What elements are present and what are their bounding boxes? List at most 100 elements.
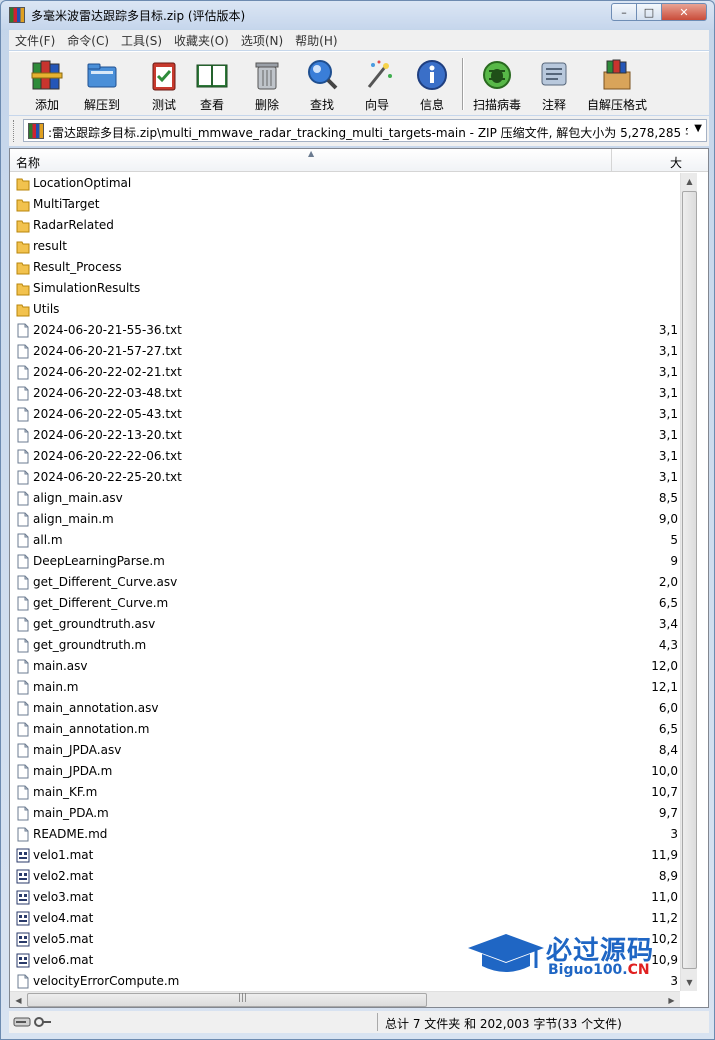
file-row[interactable]: 2024-06-20-22-03-48.txt 3,1 (10, 383, 678, 404)
menu-file[interactable]: 文件(F) (9, 32, 61, 49)
file-name: result (33, 239, 67, 253)
drive-key-icon[interactable] (13, 1015, 53, 1029)
file-row[interactable]: main_JPDA.asv 8,4 (10, 740, 678, 761)
mat-file-icon (16, 953, 30, 968)
magnifier-icon (308, 60, 338, 90)
status-bar: 总计 7 文件夹 和 202,003 字节(33 个文件) (9, 1011, 709, 1033)
menu-options[interactable]: 选项(N) (235, 32, 289, 49)
file-name: main_PDA.m (33, 806, 109, 820)
file-name: SimulationResults (33, 281, 141, 295)
file-row[interactable]: main_KF.m 10,7 (10, 782, 678, 803)
file-name: 2024-06-20-22-25-20.txt (33, 470, 182, 484)
folder-icon (16, 178, 30, 191)
document-icon (17, 722, 29, 737)
file-name: Utils (33, 302, 60, 316)
scroll-up-icon[interactable]: ▲ (681, 173, 698, 190)
sfx-box-icon (603, 59, 631, 90)
file-row[interactable]: LocationOptimal (10, 173, 678, 194)
scroll-right-icon[interactable]: ▶ (663, 992, 680, 1007)
comment-button[interactable]: 注释 (524, 55, 584, 113)
file-row[interactable]: get_Different_Curve.asv 2,0 (10, 572, 678, 593)
horizontal-scrollbar[interactable]: ◀ ||| ▶ (10, 991, 680, 1007)
close-button[interactable]: ✕ (661, 3, 707, 21)
file-row[interactable]: DeepLearningParse.m 9 (10, 551, 678, 572)
file-name: 2024-06-20-22-03-48.txt (33, 386, 182, 400)
extract-to-button[interactable]: 解压到 (72, 55, 132, 113)
file-row[interactable]: RadarRelated (10, 215, 678, 236)
path-bar-grip[interactable] (13, 120, 17, 142)
file-name: main.m (33, 680, 79, 694)
file-row[interactable]: Utils (10, 299, 678, 320)
menu-commands[interactable]: 命令(C) (61, 32, 115, 49)
file-name: MultiTarget (33, 197, 100, 211)
delete-button[interactable]: 删除 (237, 55, 297, 113)
minimize-button[interactable]: – (611, 3, 637, 21)
document-icon (17, 575, 29, 590)
file-row[interactable]: SimulationResults (10, 278, 678, 299)
sfx-button[interactable]: 自解压格式 (587, 55, 647, 113)
file-name: main.asv (33, 659, 88, 673)
file-row[interactable]: main_annotation.m 6,5 (10, 719, 678, 740)
find-button[interactable]: 查找 (292, 55, 352, 113)
file-row[interactable]: velo3.mat 11,0 (10, 887, 678, 908)
file-row[interactable]: Result_Process (10, 257, 678, 278)
file-row[interactable]: README.md 3 (10, 824, 678, 845)
wizard-button[interactable]: 向导 (347, 55, 407, 113)
vertical-scrollbar[interactable]: ▲ ▼ (680, 173, 697, 991)
file-name: 2024-06-20-22-05-43.txt (33, 407, 182, 421)
watermark-subtitle: Biguo100.CN (548, 962, 650, 978)
vertical-scroll-thumb[interactable] (682, 191, 697, 969)
path-bar: :雷达跟踪多目标.zip\multi_mmwave_radar_tracking… (9, 116, 709, 146)
file-row[interactable]: 2024-06-20-22-02-21.txt 3,1 (10, 362, 678, 383)
document-icon (17, 680, 29, 695)
file-name: get_groundtruth.asv (33, 617, 156, 631)
file-row[interactable]: all.m 5 (10, 530, 678, 551)
maximize-button[interactable]: □ (636, 3, 662, 21)
file-row[interactable]: 2024-06-20-22-25-20.txt 3,1 (10, 467, 678, 488)
add-button[interactable]: 添加 (17, 55, 77, 113)
file-row[interactable]: main.m 12,1 (10, 677, 678, 698)
virus-scan-button[interactable]: 扫描病毒 (467, 55, 527, 113)
graduation-cap-icon (468, 934, 544, 972)
menu-bar: 文件(F) 命令(C) 工具(S) 收藏夹(O) 选项(N) 帮助(H) (9, 30, 709, 50)
column-size-header[interactable]: 大 (670, 154, 682, 171)
file-row[interactable]: 2024-06-20-21-55-36.txt 3,1 (10, 320, 678, 341)
file-name: all.m (33, 533, 63, 547)
file-row[interactable]: align_main.asv 8,5 (10, 488, 678, 509)
file-row[interactable]: main.asv 12,0 (10, 656, 678, 677)
file-name: velo4.mat (33, 911, 94, 925)
file-row[interactable]: 2024-06-20-22-22-06.txt 3,1 (10, 446, 678, 467)
file-row[interactable]: result (10, 236, 678, 257)
file-size: 3,1 (658, 365, 678, 379)
file-size: 3,1 (658, 386, 678, 400)
file-row[interactable]: 2024-06-20-22-05-43.txt 3,1 (10, 404, 678, 425)
document-icon (17, 617, 29, 632)
file-row[interactable]: get_groundtruth.m 4,3 (10, 635, 678, 656)
file-row[interactable]: 2024-06-20-22-13-20.txt 3,1 (10, 425, 678, 446)
column-name-header[interactable]: 名称 ▲ (10, 149, 612, 172)
file-row[interactable]: velo2.mat 8,9 (10, 866, 678, 887)
file-row[interactable]: main_JPDA.m 10,0 (10, 761, 678, 782)
view-button[interactable]: 查看 (182, 55, 242, 113)
horizontal-scroll-thumb[interactable]: ||| (27, 993, 427, 1007)
file-size: 10,0 (651, 764, 678, 778)
title-bar[interactable]: 多毫米波雷达跟踪多目标.zip (评估版本) – □ ✕ (1, 1, 714, 29)
file-row[interactable]: main_PDA.m 9,7 (10, 803, 678, 824)
file-rows: LocationOptimal MultiTarget RadarRelated re… (10, 173, 678, 992)
folder-icon (16, 304, 30, 317)
file-row[interactable]: get_groundtruth.asv 3,4 (10, 614, 678, 635)
file-row[interactable]: main_annotation.asv 6,0 (10, 698, 678, 719)
path-dropdown[interactable]: :雷达跟踪多目标.zip\multi_mmwave_radar_tracking… (23, 119, 707, 142)
info-button[interactable]: 信息 (402, 55, 462, 113)
winrar-app-icon[interactable] (9, 7, 25, 23)
menu-tools[interactable]: 工具(S) (115, 32, 168, 49)
scroll-left-icon[interactable]: ◀ (10, 992, 27, 1007)
file-row[interactable]: MultiTarget (10, 194, 678, 215)
file-row[interactable]: velo1.mat 11,9 (10, 845, 678, 866)
menu-favorites[interactable]: 收藏夹(O) (168, 32, 235, 49)
file-row[interactable]: align_main.m 9,0 (10, 509, 678, 530)
file-row[interactable]: get_Different_Curve.m 6,5 (10, 593, 678, 614)
file-row[interactable]: 2024-06-20-21-57-27.txt 3,1 (10, 341, 678, 362)
chevron-down-icon[interactable]: ▼ (694, 123, 702, 134)
menu-help[interactable]: 帮助(H) (289, 32, 343, 49)
